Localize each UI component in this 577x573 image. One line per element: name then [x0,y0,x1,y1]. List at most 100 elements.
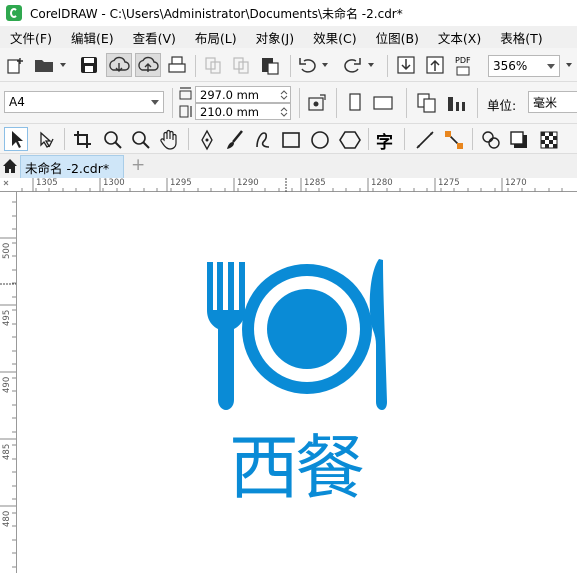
menu-layout[interactable]: 布局(L) [185,28,246,47]
copy-icon[interactable] [232,56,250,74]
tab-document[interactable]: 未命名 -2.cdr* [20,155,124,178]
portrait-orientation-icon[interactable] [346,92,364,114]
menu-text[interactable]: 文本(X) [428,28,490,47]
zoom-out-tool-icon[interactable] [130,129,152,151]
document-tab-bar: 未命名 -2.cdr* + [0,154,577,178]
ruler-label: 1305 [36,178,58,188]
open-folder-icon[interactable] [34,57,56,73]
ellipse-tool-icon[interactable] [309,129,331,151]
drawing-canvas[interactable]: 西餐 [17,192,577,573]
menu-edit[interactable]: 编辑(E) [61,28,123,47]
units-select[interactable]: 毫米 [528,91,577,113]
standard-toolbar: PDF 356% [0,48,577,82]
rectangle-tool-icon[interactable] [280,129,302,151]
ruler-label: 1285 [304,178,326,188]
landscape-orientation-icon[interactable] [372,94,396,112]
open-dropdown-icon[interactable] [60,63,66,67]
logo-text[interactable]: 西餐 [221,428,369,508]
text-tool-icon[interactable]: 字 [376,128,393,153]
knife-icon [369,259,387,410]
coreldraw-logo-icon [6,5,22,21]
page-width-icon [179,87,192,100]
shape-tool-icon[interactable] [36,129,58,151]
cloud-upload-icon [138,56,159,72]
print-icon[interactable] [167,56,187,74]
zoom-tool-icon[interactable] [102,129,124,151]
vertical-ruler[interactable]: 500 495 490 485 480 [0,192,17,573]
pick-tool-button[interactable] [4,127,28,151]
import-icon[interactable] [396,55,416,75]
pen-tool-icon[interactable] [196,129,218,151]
publish-pdf-button[interactable]: PDF [453,54,475,78]
ruler-label: 1300 [103,178,125,188]
artistic-media-tool-icon[interactable] [224,129,246,151]
western-food-logo[interactable] [17,192,577,573]
menu-file[interactable]: 文件(F) [0,28,61,47]
horizontal-ruler[interactable]: 1305 1300 1295 1290 1285 1280 1275 1270 [0,178,577,192]
undo-dropdown-icon[interactable] [322,63,328,67]
connector-tool-icon[interactable] [443,129,465,151]
redo-icon[interactable] [342,56,362,74]
home-icon[interactable] [2,158,18,174]
ruler-label: 1275 [438,178,460,188]
interactive-fill-tool-icon[interactable] [538,129,560,151]
ruler-label: 1290 [237,178,259,188]
page-size-select[interactable]: A4 [4,91,164,113]
menu-object[interactable]: 对象(J) [246,28,303,47]
export-icon[interactable] [425,55,445,75]
menu-table[interactable]: 表格(T) [490,28,551,47]
scale-to-fit-icon[interactable] [306,93,328,113]
all-pages-icon[interactable] [416,92,438,114]
new-document-icon[interactable] [6,56,26,74]
page-height-value: 210.0 mm [200,104,259,119]
page-width-field[interactable]: 297.0 mm [195,86,291,103]
page-width-value: 297.0 mm [200,87,259,102]
pan-tool-icon[interactable] [158,129,180,151]
paste-icon[interactable] [260,55,280,75]
pdf-label: PDF [455,56,471,65]
units-value: 毫米 [533,95,558,110]
cloud-upload-button[interactable] [135,53,161,77]
cloud-download-icon [109,56,130,72]
undo-icon[interactable] [298,56,318,74]
page-height-icon [179,105,192,118]
property-bar: A4 297.0 mm 210.0 mm 单位: 毫米 [0,82,577,124]
ruler-label: 1295 [170,178,192,188]
menu-bar: 文件(F) 编辑(E) 查看(V) 布局(L) 对象(J) 效果(C) 位图(B… [0,26,577,48]
menu-view[interactable]: 查看(V) [123,28,185,47]
transparency-tool-icon[interactable] [508,129,530,151]
add-tab-icon[interactable]: + [131,155,145,175]
polygon-tool-icon[interactable] [338,129,362,151]
cloud-download-button[interactable] [106,53,132,77]
toolbar-options-dropdown-icon[interactable] [566,63,572,67]
redo-dropdown-icon[interactable] [368,63,374,67]
menu-effects[interactable]: 效果(C) [303,28,365,47]
tab-document-label: 未命名 -2.cdr* [25,160,110,176]
pdf-page-icon [456,66,470,76]
zoom-level-value: 356% [493,59,528,73]
spinner-icon[interactable] [280,89,288,101]
toolbox: 字 [0,124,577,154]
ruler-label: 490 [2,376,12,393]
crop-tool-icon[interactable] [72,129,94,151]
menu-bitmaps[interactable]: 位图(B) [366,28,428,47]
units-label: 单位: [487,98,517,113]
ruler-ticks [3,178,563,192]
ruler-label: 495 [2,309,12,326]
window-title: CorelDRAW - C:\Users\Administrator\Docum… [30,6,403,21]
cut-icon[interactable] [204,56,222,74]
chevron-down-icon [547,64,555,69]
parallel-dimension-tool-icon[interactable] [414,129,436,151]
ruler-label: 1270 [505,178,527,188]
fork-icon [207,262,245,410]
smart-drawing-tool-icon[interactable] [252,129,274,151]
title-bar: CorelDRAW - C:\Users\Administrator\Docum… [0,0,577,26]
zoom-level-combo[interactable]: 356% [488,55,560,77]
drop-shadow-tool-icon[interactable] [480,129,502,151]
ruler-label: 1280 [371,178,393,188]
current-page-icon[interactable] [446,92,468,114]
page-height-field[interactable]: 210.0 mm [195,103,291,120]
spinner-icon[interactable] [280,106,288,118]
chevron-down-icon [151,100,159,105]
save-icon[interactable] [80,56,98,74]
